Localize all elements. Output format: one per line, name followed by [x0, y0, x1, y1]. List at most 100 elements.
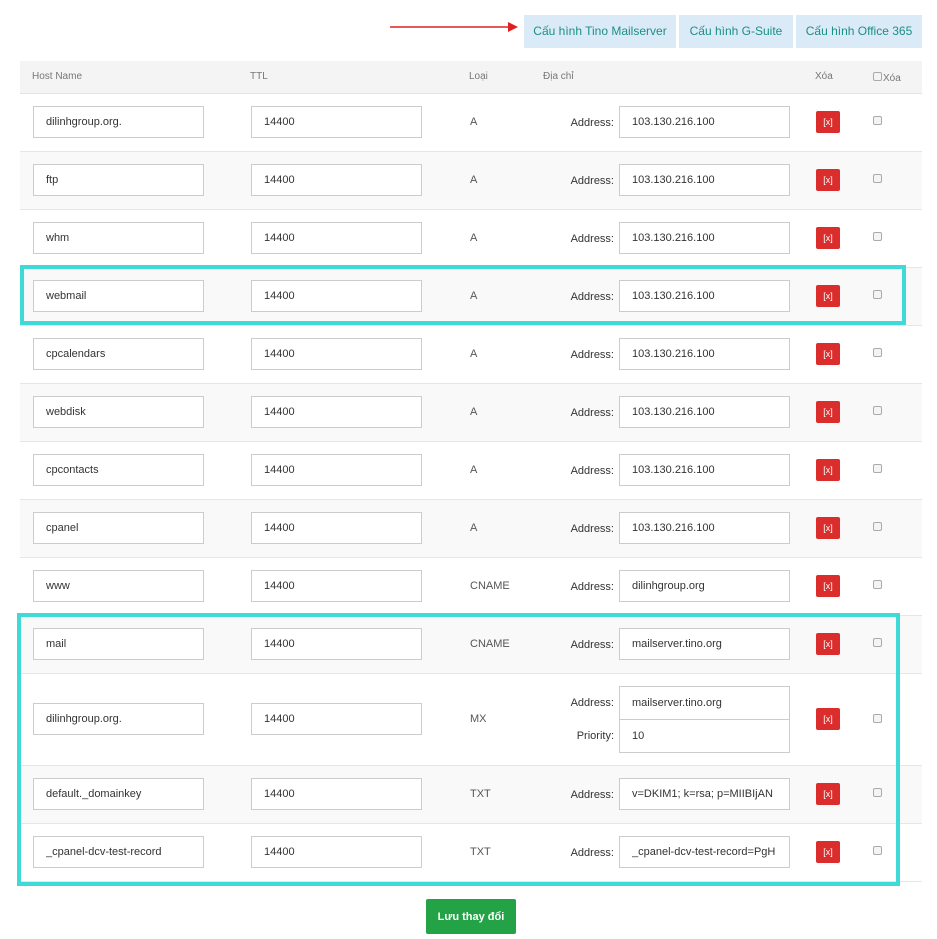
host-name-input[interactable]	[33, 396, 204, 428]
delete-select-checkbox[interactable]	[873, 406, 882, 415]
table-row: MX Address: Priority: [x]	[20, 674, 922, 766]
host-name-input[interactable]	[33, 222, 204, 254]
delete-select-checkbox[interactable]	[873, 580, 882, 589]
red-arrow-icon	[390, 22, 518, 32]
host-name-input[interactable]	[33, 280, 204, 312]
table-row: A Address: [x]	[20, 442, 922, 500]
delete-select-checkbox[interactable]	[873, 174, 882, 183]
ttl-input[interactable]	[251, 836, 422, 868]
delete-record-button[interactable]: [x]	[816, 783, 840, 805]
address-input[interactable]	[619, 454, 790, 486]
delete-select-checkbox[interactable]	[873, 464, 882, 473]
tino-mailserver-config-button[interactable]: Cấu hình Tino Mailserver	[524, 15, 676, 48]
delete-record-button[interactable]: [x]	[816, 401, 840, 423]
record-type: TXT	[470, 846, 491, 858]
delete-record-button[interactable]: [x]	[816, 841, 840, 863]
delete-select-checkbox[interactable]	[873, 290, 882, 299]
delete-select-checkbox[interactable]	[873, 638, 882, 647]
host-name-input[interactable]	[33, 454, 204, 486]
table-row: TXT Address: [x]	[20, 766, 922, 824]
ttl-input[interactable]	[251, 396, 422, 428]
address-input[interactable]	[619, 778, 790, 810]
delete-select-checkbox[interactable]	[873, 522, 882, 531]
host-name-input[interactable]	[33, 628, 204, 660]
host-name-input[interactable]	[33, 512, 204, 544]
delete-record-button[interactable]: [x]	[816, 708, 840, 730]
ttl-input[interactable]	[251, 512, 422, 544]
delete-record-button[interactable]: [x]	[816, 169, 840, 191]
priority-label: Priority:	[576, 730, 614, 742]
host-name-input[interactable]	[33, 164, 204, 196]
address-input[interactable]	[619, 280, 790, 312]
host-name-input[interactable]	[33, 338, 204, 370]
address-input[interactable]	[619, 836, 790, 868]
host-name-input[interactable]	[33, 570, 204, 602]
host-name-input[interactable]	[33, 778, 204, 810]
ttl-input[interactable]	[251, 338, 422, 370]
record-type: TXT	[470, 788, 491, 800]
ttl-input[interactable]	[251, 628, 422, 660]
record-type: A	[470, 464, 478, 476]
address-input[interactable]	[619, 222, 790, 254]
delete-select-checkbox[interactable]	[873, 348, 882, 357]
record-type: CNAME	[470, 580, 510, 592]
address-input[interactable]	[619, 338, 790, 370]
save-changes-button[interactable]: Lưu thay đổi	[426, 899, 516, 934]
delete-select-checkbox[interactable]	[873, 714, 882, 723]
address-label: Address:	[570, 523, 614, 535]
delete-record-button[interactable]: [x]	[816, 459, 840, 481]
address-input[interactable]	[619, 396, 790, 428]
host-name-input[interactable]	[33, 106, 204, 138]
select-all-checkbox[interactable]	[873, 72, 882, 81]
address-input[interactable]	[619, 570, 790, 602]
address-label: Address:	[570, 291, 614, 303]
ttl-input[interactable]	[251, 778, 422, 810]
address-input[interactable]	[619, 628, 790, 660]
address-label: Address:	[570, 581, 614, 593]
address-input[interactable]	[619, 106, 790, 138]
delete-record-button[interactable]: [x]	[816, 633, 840, 655]
header-address: Địa chỉ	[543, 71, 574, 82]
ttl-input[interactable]	[251, 703, 422, 735]
ttl-input[interactable]	[251, 222, 422, 254]
delete-select-checkbox[interactable]	[873, 232, 882, 241]
host-name-input[interactable]	[33, 703, 204, 735]
header-type: Loại	[469, 71, 488, 82]
host-name-input[interactable]	[33, 836, 204, 868]
table-header: Host Name TTL Loại Địa chỉ Xóa Xóa	[20, 61, 922, 94]
address-label: Address:	[570, 639, 614, 651]
record-type: A	[470, 522, 478, 534]
address-label: Address:	[570, 349, 614, 361]
ttl-input[interactable]	[251, 570, 422, 602]
delete-record-button[interactable]: [x]	[816, 285, 840, 307]
header-delete-select: Xóa	[883, 73, 901, 84]
address-label: Address:	[570, 117, 614, 129]
delete-record-button[interactable]: [x]	[816, 517, 840, 539]
gsuite-config-button[interactable]: Cấu hình G-Suite	[679, 15, 793, 48]
address-input[interactable]	[619, 164, 790, 196]
ttl-input[interactable]	[251, 454, 422, 486]
address-input[interactable]	[619, 686, 790, 720]
ttl-input[interactable]	[251, 280, 422, 312]
table-row: A Address: [x]	[20, 268, 922, 326]
delete-select-checkbox[interactable]	[873, 788, 882, 797]
address-label: Address:	[570, 789, 614, 801]
delete-record-button[interactable]: [x]	[816, 575, 840, 597]
record-type: CNAME	[470, 638, 510, 650]
delete-record-button[interactable]: [x]	[816, 227, 840, 249]
delete-record-button[interactable]: [x]	[816, 111, 840, 133]
address-input[interactable]	[619, 512, 790, 544]
address-label: Address:	[570, 233, 614, 245]
table-row: A Address: [x]	[20, 384, 922, 442]
record-type: A	[470, 406, 478, 418]
ttl-input[interactable]	[251, 106, 422, 138]
record-type: A	[470, 116, 478, 128]
office365-config-button[interactable]: Cấu hình Office 365	[796, 15, 922, 48]
delete-record-button[interactable]: [x]	[816, 343, 840, 365]
delete-select-checkbox[interactable]	[873, 846, 882, 855]
table-row: TXT Address: [x]	[20, 824, 922, 882]
priority-input[interactable]	[619, 719, 790, 753]
ttl-input[interactable]	[251, 164, 422, 196]
address-label: Address:	[570, 697, 614, 709]
delete-select-checkbox[interactable]	[873, 116, 882, 125]
